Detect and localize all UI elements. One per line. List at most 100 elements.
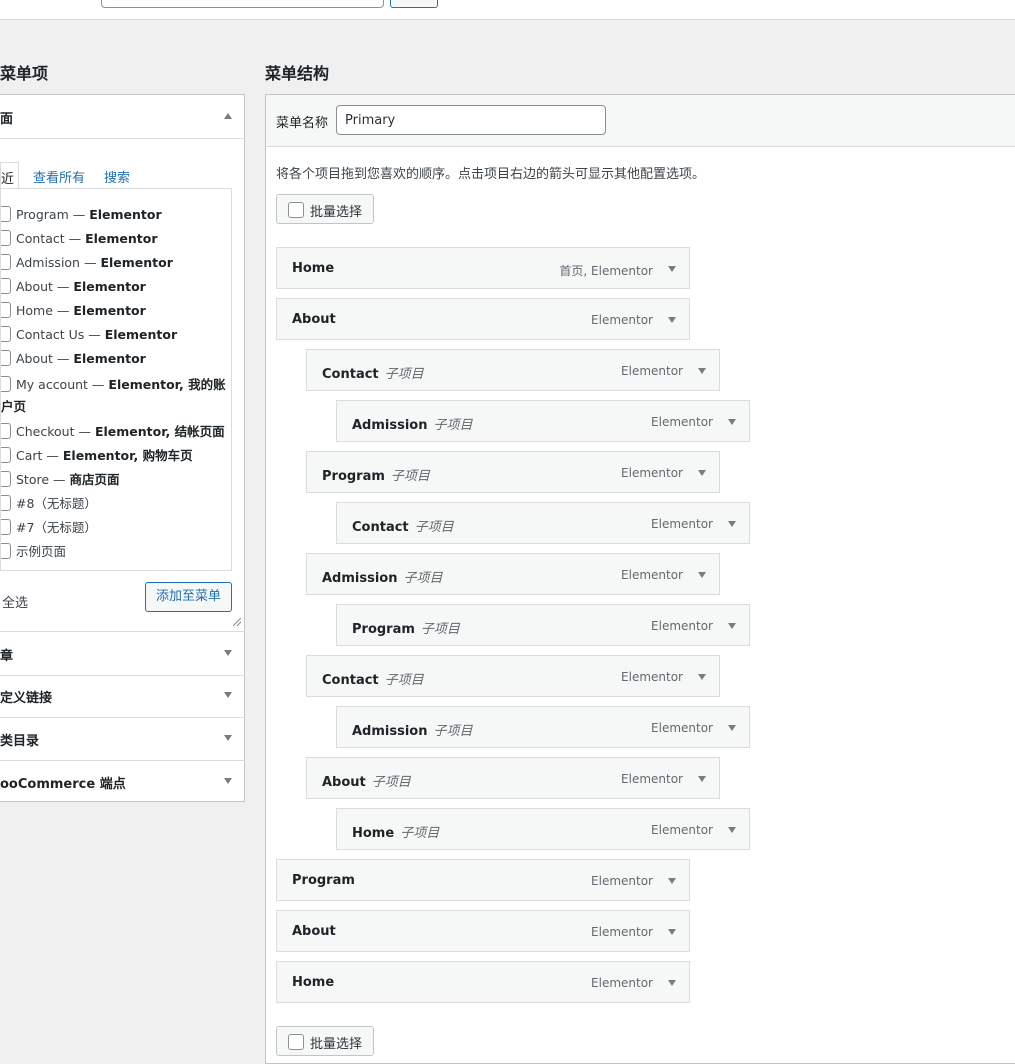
menu-item[interactable]: About Elementor bbox=[276, 910, 690, 952]
menu-item-title: Program bbox=[322, 469, 385, 484]
menu-item[interactable]: Admission 子项目 Elementor bbox=[336, 400, 750, 442]
menu-item[interactable]: Home 子项目 Elementor bbox=[336, 808, 750, 850]
menu-item[interactable]: Program 子项目 Elementor bbox=[306, 451, 720, 493]
menu-item-title: Admission bbox=[352, 418, 428, 433]
page-title: Cart — bbox=[16, 448, 63, 463]
add-to-menu-button[interactable]: 添加至菜单 bbox=[145, 582, 232, 612]
bulk-select-bottom[interactable]: 批量选择 bbox=[276, 1026, 374, 1056]
menu-item[interactable]: Program 子项目 Elementor bbox=[336, 604, 750, 646]
menu-item[interactable]: Program Elementor bbox=[276, 859, 690, 901]
expand-arrow-icon[interactable] bbox=[224, 735, 232, 741]
menu-item-title-wrap: Program bbox=[292, 873, 355, 888]
resize-handle-icon[interactable] bbox=[233, 618, 241, 626]
expand-arrow-icon[interactable] bbox=[698, 674, 706, 680]
expand-arrow-icon[interactable] bbox=[728, 725, 736, 731]
collapse-arrow-icon[interactable] bbox=[224, 113, 232, 119]
expand-arrow-icon[interactable] bbox=[668, 317, 676, 323]
add-menu-items-panel: 面 近 查看所有 搜索 Program — Elementor Contact —… bbox=[0, 94, 245, 802]
page-checklist-item[interactable]: Contact Us — Elementor bbox=[1, 326, 177, 342]
expand-arrow-icon[interactable] bbox=[224, 692, 232, 698]
page-checklist-item[interactable]: Home — Elementor bbox=[1, 302, 146, 318]
expand-arrow-icon[interactable] bbox=[224, 650, 232, 656]
page-checklist-item[interactable]: Contact — Elementor bbox=[1, 230, 158, 246]
menu-item-type: Elementor bbox=[591, 874, 653, 888]
expand-arrow-icon[interactable] bbox=[698, 776, 706, 782]
page-checkbox[interactable] bbox=[1, 254, 11, 270]
page-state: 商店页面 bbox=[69, 472, 120, 487]
menu-name-input[interactable] bbox=[336, 105, 606, 135]
pages-checklist[interactable]: Program — Elementor Contact — Elementor Ad… bbox=[0, 188, 232, 571]
page-checkbox[interactable] bbox=[1, 447, 11, 463]
menu-item[interactable]: About 子项目 Elementor bbox=[306, 757, 720, 799]
select-all-label[interactable]: 全选 bbox=[2, 592, 28, 611]
menu-item-title: Home bbox=[352, 826, 395, 841]
menu-item-type: 首页, Elementor bbox=[559, 264, 653, 278]
page-checkbox[interactable] bbox=[1, 230, 11, 246]
menu-item[interactable]: Admission 子项目 Elementor bbox=[336, 706, 750, 748]
menu-item-type: Elementor bbox=[651, 823, 713, 837]
menu-items-title: 菜单项 bbox=[0, 64, 49, 83]
expand-arrow-icon[interactable] bbox=[728, 623, 736, 629]
accordion-pages[interactable]: 面 bbox=[0, 95, 245, 139]
accordion-custom-links-title: 定义链接 bbox=[0, 691, 53, 706]
expand-arrow-icon[interactable] bbox=[668, 929, 676, 935]
expand-arrow-icon[interactable] bbox=[224, 778, 232, 784]
accordion-custom-links[interactable]: 定义链接 bbox=[0, 674, 245, 718]
page-checkbox[interactable] bbox=[1, 302, 11, 318]
page-checkbox[interactable] bbox=[1, 278, 11, 294]
top-toolbar bbox=[0, 0, 1015, 20]
page-checkbox[interactable] bbox=[1, 471, 11, 487]
expand-arrow-icon[interactable] bbox=[668, 980, 676, 986]
page-checklist-item[interactable]: 示例页面 bbox=[1, 541, 66, 560]
page-checklist-item[interactable]: About — Elementor bbox=[1, 350, 146, 366]
menu-item[interactable]: Home 首页, Elementor bbox=[276, 247, 690, 289]
page-checkbox[interactable] bbox=[1, 543, 11, 559]
menu-item-type: Elementor bbox=[651, 517, 713, 531]
menu-item-title-wrap: About bbox=[292, 312, 336, 327]
page-checkbox[interactable] bbox=[1, 376, 11, 392]
expand-arrow-icon[interactable] bbox=[728, 827, 736, 833]
page-checklist-item[interactable]: Admission — Elementor bbox=[1, 254, 173, 270]
sub-item-label: 子项目 bbox=[390, 469, 430, 484]
menu-item[interactable]: Home Elementor bbox=[276, 961, 690, 1003]
bulk-select-checkbox[interactable] bbox=[288, 202, 304, 218]
accordion-categories[interactable]: 类目录 bbox=[0, 717, 245, 761]
page-checkbox[interactable] bbox=[1, 206, 11, 222]
page-checkbox[interactable] bbox=[1, 350, 11, 366]
select-button[interactable] bbox=[390, 0, 438, 8]
menu-item[interactable]: Contact 子项目 Elementor bbox=[306, 655, 720, 697]
bulk-select-label: 批量选择 bbox=[310, 205, 363, 220]
expand-arrow-icon[interactable] bbox=[668, 266, 676, 272]
menu-item[interactable]: About Elementor bbox=[276, 298, 690, 340]
menu-item[interactable]: Contact 子项目 Elementor bbox=[306, 349, 720, 391]
expand-arrow-icon[interactable] bbox=[728, 419, 736, 425]
page-checkbox[interactable] bbox=[1, 326, 11, 342]
tab-search[interactable]: 搜索 bbox=[104, 167, 130, 186]
expand-arrow-icon[interactable] bbox=[698, 470, 706, 476]
tab-view-all[interactable]: 查看所有 bbox=[33, 167, 85, 186]
menu-item[interactable]: Admission 子项目 Elementor bbox=[306, 553, 720, 595]
page-checklist-item[interactable]: #8（无标题） bbox=[1, 493, 97, 512]
menu-select[interactable] bbox=[101, 0, 384, 8]
menu-item[interactable]: Contact 子项目 Elementor bbox=[336, 502, 750, 544]
expand-arrow-icon[interactable] bbox=[698, 572, 706, 578]
page-checkbox[interactable] bbox=[1, 519, 11, 535]
menu-item-title: About bbox=[322, 775, 366, 790]
bulk-select-top[interactable]: 批量选择 bbox=[276, 194, 374, 224]
bulk-select-checkbox[interactable] bbox=[288, 1034, 304, 1050]
page-checklist-item[interactable]: Checkout — Elementor, 结帐页面 bbox=[1, 421, 225, 440]
page-checklist-item[interactable]: About — Elementor bbox=[1, 278, 146, 294]
expand-arrow-icon[interactable] bbox=[668, 878, 676, 884]
page-checklist-item[interactable]: Program — Elementor bbox=[1, 206, 162, 222]
page-checklist-item[interactable]: My account — Elementor, 我的账 bbox=[1, 374, 226, 393]
accordion-posts[interactable]: 章 bbox=[0, 631, 245, 676]
accordion-woocommerce[interactable]: ooCommerce 端点 bbox=[0, 760, 245, 803]
page-state: Elementor bbox=[73, 351, 146, 366]
page-checkbox[interactable] bbox=[1, 423, 11, 439]
page-checklist-item[interactable]: #7（无标题） bbox=[1, 517, 97, 536]
page-checklist-item[interactable]: Cart — Elementor, 购物车页 bbox=[1, 445, 193, 464]
page-checklist-item[interactable]: Store — 商店页面 bbox=[1, 469, 120, 488]
expand-arrow-icon[interactable] bbox=[698, 368, 706, 374]
expand-arrow-icon[interactable] bbox=[728, 521, 736, 527]
page-checkbox[interactable] bbox=[1, 495, 11, 511]
